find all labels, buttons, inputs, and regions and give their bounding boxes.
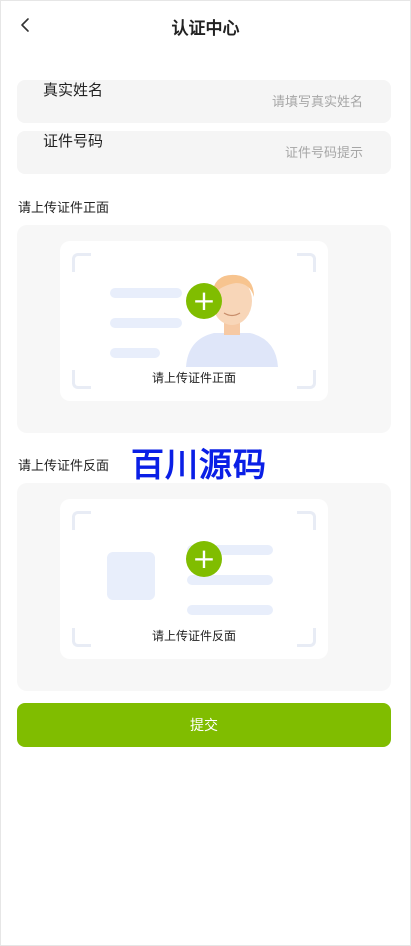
id-number-field: 证件号码 bbox=[17, 131, 391, 176]
id-number-label: 证件号码 bbox=[42, 132, 103, 150]
frame-corner bbox=[297, 511, 316, 530]
watermark-text: 百川源码 bbox=[131, 445, 267, 484]
id-number-input[interactable] bbox=[181, 131, 365, 176]
name-input[interactable] bbox=[181, 80, 365, 125]
placeholder-line bbox=[110, 348, 160, 358]
frame-corner bbox=[72, 253, 91, 272]
placeholder-line bbox=[110, 318, 182, 328]
back-upload-area: + 请上传证件反面 bbox=[17, 483, 391, 691]
front-plus-icon[interactable]: + bbox=[186, 283, 222, 319]
name-field: 真实姓名 bbox=[17, 80, 391, 125]
emblem-placeholder bbox=[107, 552, 155, 600]
front-upload-card[interactable]: + 请上传证件正面 bbox=[60, 241, 328, 401]
front-upload-label: 请上传证件正面 bbox=[18, 201, 110, 216]
placeholder-line bbox=[110, 288, 182, 298]
name-field-label: 真实姓名 bbox=[42, 81, 103, 99]
front-upload-area: + 请上传证件正面 bbox=[17, 225, 391, 433]
header: 认证中心 bbox=[0, 0, 411, 50]
placeholder-line bbox=[187, 605, 273, 615]
page-title: 认证中心 bbox=[171, 19, 240, 39]
frame-corner bbox=[297, 253, 316, 272]
back-plus-icon[interactable]: + bbox=[186, 541, 222, 577]
front-upload-caption: 请上传证件正面 bbox=[151, 371, 236, 385]
back-upload-card[interactable]: + 请上传证件反面 bbox=[60, 499, 328, 659]
frame-corner bbox=[72, 511, 91, 530]
submit-button[interactable]: 提交 bbox=[17, 703, 391, 747]
back-upload-caption: 请上传证件反面 bbox=[151, 629, 236, 643]
back-upload-label: 请上传证件反面 bbox=[18, 459, 110, 474]
